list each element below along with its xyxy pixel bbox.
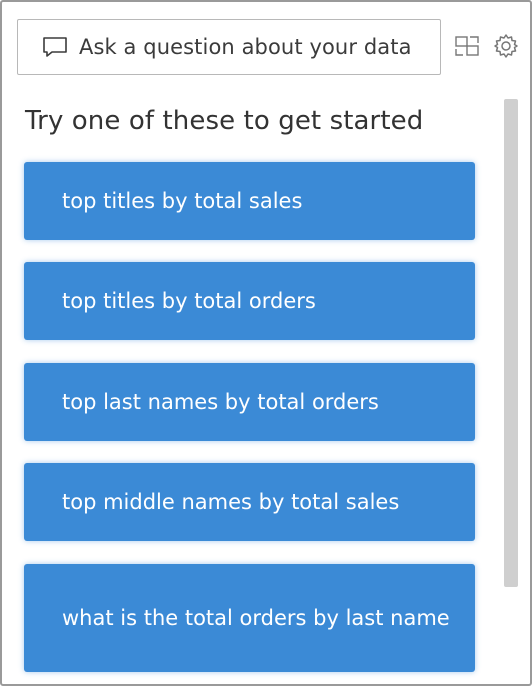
qna-panel: Ask a question about your data Try one o… — [0, 0, 532, 686]
suggestion-label: top titles by total sales — [62, 188, 303, 213]
suggestion-button[interactable]: top titles by total orders — [24, 262, 475, 340]
suggestions-heading: Try one of these to get started — [25, 106, 424, 136]
ask-question-placeholder: Ask a question about your data — [79, 35, 412, 59]
suggestion-button[interactable]: top middle names by total sales — [24, 463, 475, 541]
gear-icon[interactable] — [492, 32, 520, 60]
suggestion-label: top titles by total orders — [62, 288, 316, 313]
suggestion-label: top last names by total orders — [62, 389, 379, 414]
suggestion-button[interactable]: top titles by total sales — [24, 162, 475, 240]
scrollbar-thumb[interactable] — [504, 99, 518, 587]
share-icon[interactable] — [454, 32, 482, 60]
suggestion-button[interactable]: what is the total orders by last name — [24, 564, 475, 672]
suggestion-label: what is the total orders by last name — [62, 605, 450, 630]
suggestion-button[interactable]: top last names by total orders — [24, 363, 475, 441]
chat-bubble-icon — [40, 35, 70, 59]
suggestion-label: top middle names by total sales — [62, 489, 400, 514]
ask-question-input[interactable]: Ask a question about your data — [17, 19, 441, 75]
